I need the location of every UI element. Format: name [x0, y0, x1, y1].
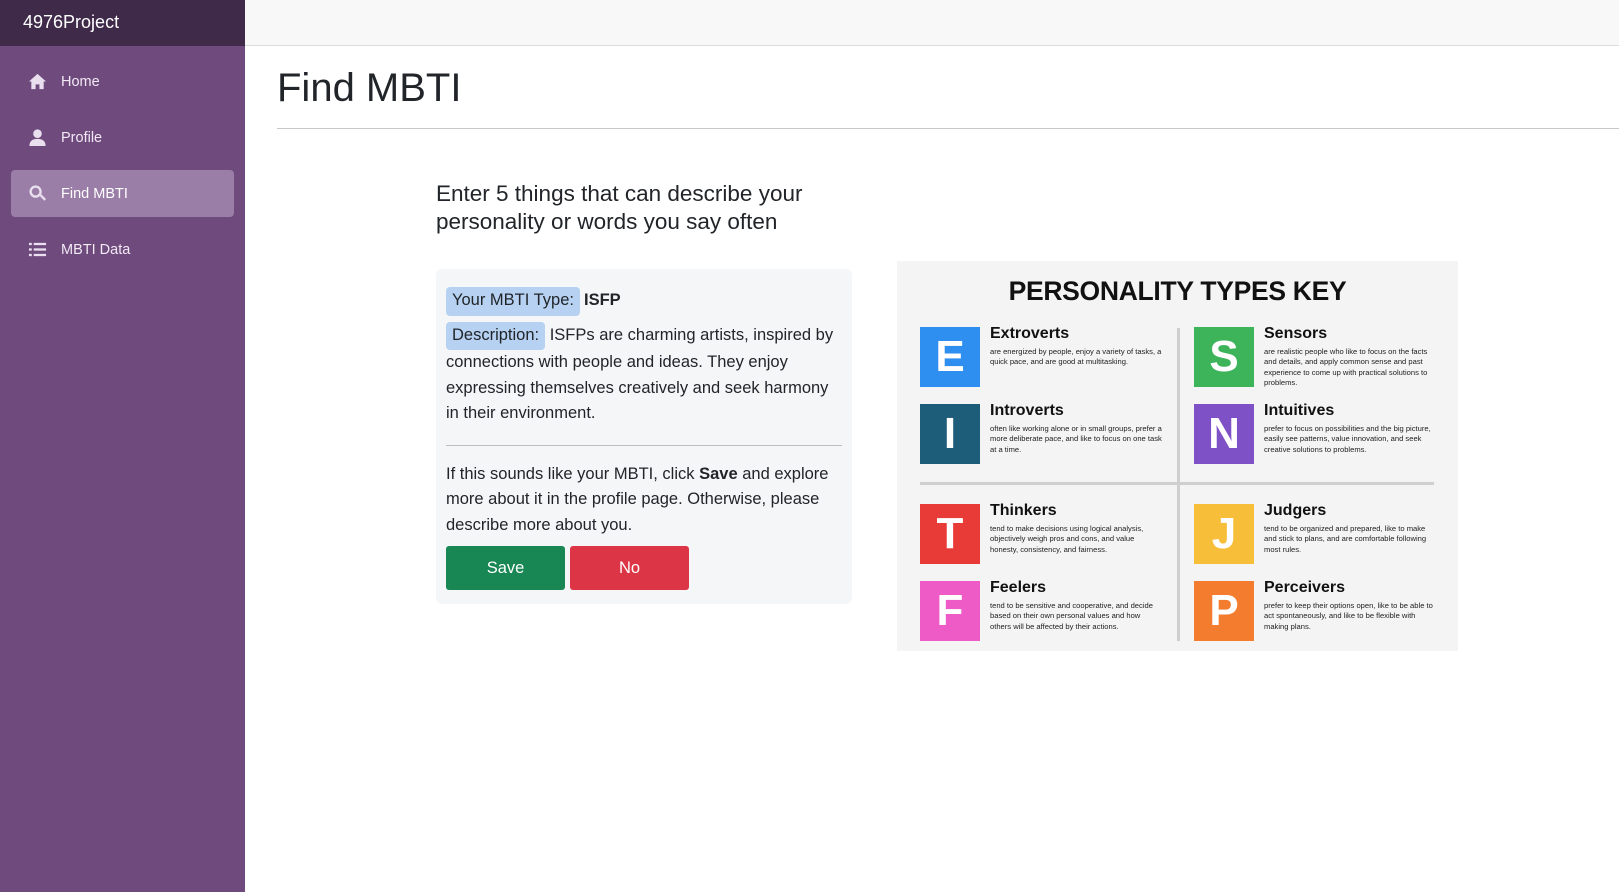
key-horizontal-divider	[920, 482, 1434, 485]
trait-judgers: J Judgers tend to be organized and prepa…	[1194, 502, 1444, 566]
trait-name: Judgers	[1264, 502, 1327, 519]
trait-tile: J	[1194, 504, 1254, 564]
trait-desc: often like working alone or in small gro…	[990, 424, 1162, 454]
trait-desc: prefer to focus on possibilities and the…	[1264, 424, 1431, 454]
trait-desc: tend to be sensitive and cooperative, an…	[990, 601, 1153, 631]
trait-name: Perceivers	[1264, 579, 1345, 596]
sidebar-item-label: Home	[61, 73, 100, 90]
trait-name: Feelers	[990, 579, 1047, 596]
trait-perceivers: P Perceivers prefer to keep their option…	[1194, 579, 1444, 643]
trait-name: Introverts	[990, 402, 1064, 419]
trait-intuitives: N Intuitives prefer to focus on possibil…	[1194, 402, 1444, 466]
sidebar: 4976Project Home Profile Find MBTI MBTI …	[0, 0, 245, 892]
trait-tile: E	[920, 327, 980, 387]
trait-desc: are realistic people who like to focus o…	[1264, 347, 1428, 388]
brand-name[interactable]: 4976Project	[23, 12, 119, 32]
mbti-type-row: Your MBTI Type: ISFP	[446, 287, 842, 316]
prompt-text: Enter 5 things that can describe your pe…	[436, 181, 803, 234]
key-title: PERSONALITY TYPES KEY	[1008, 276, 1347, 306]
trait-name: Thinkers	[990, 502, 1057, 519]
top-header	[245, 0, 1619, 46]
brand-bar: 4976Project	[0, 0, 245, 46]
personality-types-key: PERSONALITY TYPES KEY E Extroverts are e…	[897, 261, 1458, 651]
trait-introverts: I Introverts often like working alone or…	[920, 402, 1170, 466]
trait-extroverts: E Extroverts are energized by people, en…	[920, 325, 1170, 389]
trait-tile: T	[920, 504, 980, 564]
result-card: Your MBTI Type: ISFP Description: ISFPs a…	[436, 269, 852, 604]
trait-tile: N	[1194, 404, 1254, 464]
trait-tile: P	[1194, 581, 1254, 641]
home-icon	[27, 72, 47, 92]
trait-desc: are energized by people, enjoy a variety…	[990, 347, 1162, 367]
button-row: Save No	[446, 546, 842, 590]
trait-name: Extroverts	[990, 325, 1070, 342]
advice-save-word: Save	[699, 464, 738, 483]
user-icon	[27, 128, 47, 148]
trait-desc: tend to make decisions using logical ana…	[990, 524, 1144, 554]
sidebar-item-label: Profile	[61, 129, 103, 146]
trait-tile: S	[1194, 327, 1254, 387]
trait-sensors: S Sensors are realistic people who like …	[1194, 325, 1444, 389]
sidebar-item-profile[interactable]: Profile	[11, 114, 234, 161]
sidebar-item-label: Find MBTI	[61, 185, 128, 202]
sidebar-nav: Home Profile Find MBTI MBTI Data	[0, 46, 245, 273]
advice-text: If this sounds like your MBTI, click Sav…	[446, 462, 842, 539]
no-button[interactable]: No	[570, 546, 689, 590]
sidebar-item-mbti-data[interactable]: MBTI Data	[11, 226, 234, 273]
trait-desc: prefer to keep their options open, like …	[1264, 601, 1433, 631]
mbti-type-label: Your MBTI Type:	[446, 287, 580, 316]
trait-name: Sensors	[1264, 325, 1328, 342]
sidebar-item-label: MBTI Data	[61, 241, 131, 258]
description-label: Description:	[446, 321, 546, 350]
sidebar-item-home[interactable]: Home	[11, 58, 234, 105]
trait-tile: I	[920, 404, 980, 464]
trait-feelers: F Feelers tend to be sensitive and coope…	[920, 579, 1170, 643]
mbti-type-value: ISFP	[583, 291, 621, 309]
trait-thinkers: T Thinkers tend to make decisions using …	[920, 502, 1170, 566]
description-row: Description: ISFPs are charming artists,…	[446, 321, 842, 427]
trait-desc: tend to be organized and prepared, like …	[1264, 524, 1427, 554]
trait-name: Intuitives	[1264, 402, 1335, 419]
search-icon	[27, 184, 47, 204]
list-icon	[27, 240, 47, 260]
sidebar-item-find-mbti[interactable]: Find MBTI	[11, 170, 234, 217]
trait-tile: F	[920, 581, 980, 641]
title-divider	[277, 128, 1619, 129]
save-button[interactable]: Save	[446, 546, 565, 590]
page-title: Find MBTI	[277, 66, 462, 110]
card-divider	[446, 444, 842, 446]
advice-prefix: If this sounds like your MBTI, click	[446, 464, 695, 483]
